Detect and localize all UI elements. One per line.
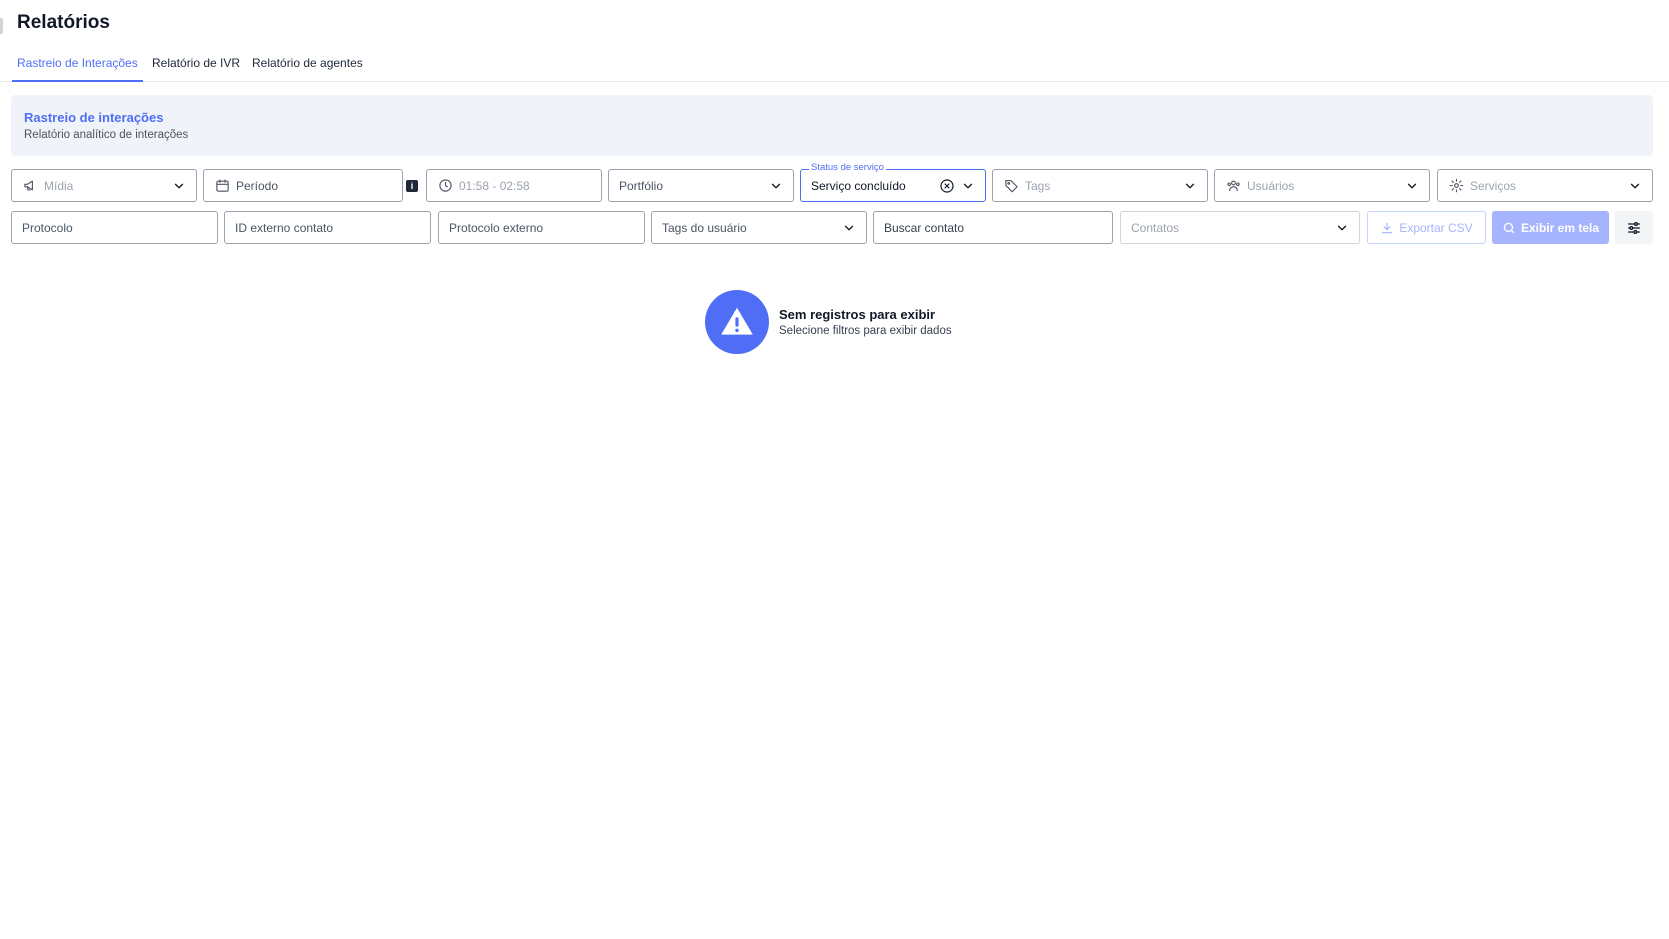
protocolo-input[interactable]: Protocolo bbox=[11, 211, 218, 244]
search-icon bbox=[1503, 222, 1515, 233]
megaphone-icon bbox=[22, 178, 38, 194]
export-csv-label: Exportar CSV bbox=[1399, 220, 1473, 235]
tags-select[interactable]: Tags bbox=[992, 169, 1208, 202]
banner-title: Rastreio de interações bbox=[24, 110, 164, 125]
buscar-contato-input[interactable]: Buscar contato bbox=[873, 211, 1113, 244]
report-banner: Rastreio de interações Relatório analíti… bbox=[11, 95, 1653, 156]
tags-usuario-select[interactable]: Tags do usuário bbox=[651, 211, 867, 244]
tab-relatorio-agentes[interactable]: Relatório de agentes bbox=[247, 56, 368, 82]
show-on-screen-button[interactable]: Exibir em tela bbox=[1492, 211, 1609, 244]
clock-icon bbox=[437, 178, 453, 194]
chevron-down-icon bbox=[172, 179, 186, 193]
id-externo-placeholder: ID externo contato bbox=[235, 220, 334, 235]
users-icon bbox=[1225, 178, 1241, 194]
periodo-placeholder: Período bbox=[236, 178, 279, 193]
chevron-down-icon bbox=[1628, 179, 1642, 193]
banner-subtitle: Relatório analítico de interações bbox=[24, 129, 189, 141]
usuarios-select[interactable]: Usuários bbox=[1214, 169, 1430, 202]
chevron-down-icon bbox=[1183, 179, 1197, 193]
protocolo-externo-input[interactable]: Protocolo externo bbox=[438, 211, 645, 244]
chevron-down-icon bbox=[961, 179, 975, 193]
tag-icon bbox=[1003, 178, 1019, 194]
clear-circle-icon[interactable] bbox=[939, 178, 955, 194]
usuarios-placeholder: Usuários bbox=[1247, 178, 1295, 193]
servicos-placeholder: Serviços bbox=[1470, 178, 1517, 193]
tags-placeholder: Tags bbox=[1025, 178, 1051, 193]
tab-rastreio-interacoes[interactable]: Rastreio de Interações bbox=[12, 56, 143, 82]
gear-icon bbox=[1448, 178, 1464, 194]
id-externo-input[interactable]: ID externo contato bbox=[224, 211, 431, 244]
contatos-select[interactable]: Contatos bbox=[1120, 211, 1360, 244]
status-servico-select[interactable]: Status de serviço Serviço concluído bbox=[800, 162, 986, 202]
left-edge-handle bbox=[0, 18, 3, 34]
chevron-down-icon bbox=[1335, 221, 1349, 235]
status-servico-label: Status de serviço bbox=[809, 162, 886, 174]
tab-relatorio-ivr[interactable]: Relatório de IVR bbox=[147, 56, 245, 82]
portfolio-select[interactable]: Portfólio bbox=[608, 169, 794, 202]
chevron-down-icon bbox=[769, 179, 783, 193]
info-icon[interactable]: i bbox=[406, 180, 418, 192]
portfolio-placeholder: Portfólio bbox=[619, 178, 664, 193]
empty-state: Sem registros para exibir Selecione filt… bbox=[705, 290, 952, 354]
empty-state-title: Sem registros para exibir bbox=[779, 307, 936, 322]
tab-bar: Rastreio de Interações Relatório de IVR … bbox=[0, 52, 1669, 82]
tags-usuario-placeholder: Tags do usuário bbox=[662, 220, 747, 235]
chevron-down-icon bbox=[842, 221, 856, 235]
calendar-icon bbox=[214, 178, 230, 194]
protocolo-externo-placeholder: Protocolo externo bbox=[449, 220, 544, 235]
hora-field[interactable]: 01:58 - 02:58 bbox=[426, 169, 602, 202]
filter-settings-button[interactable] bbox=[1615, 211, 1653, 244]
chevron-down-icon bbox=[1405, 179, 1419, 193]
show-on-screen-label: Exibir em tela bbox=[1520, 220, 1600, 235]
warning-icon bbox=[705, 290, 769, 354]
empty-state-subtitle: Selecione filtros para exibir dados bbox=[779, 325, 952, 337]
export-csv-button[interactable]: Exportar CSV bbox=[1367, 211, 1486, 244]
page-title: Relatórios bbox=[17, 12, 110, 33]
hora-value: 01:58 - 02:58 bbox=[459, 178, 530, 193]
midia-select[interactable]: Mídia bbox=[11, 169, 197, 202]
servicos-select[interactable]: Serviços bbox=[1437, 169, 1653, 202]
buscar-contato-placeholder: Buscar contato bbox=[884, 220, 965, 235]
status-servico-value: Serviço concluído bbox=[811, 178, 906, 193]
contatos-placeholder: Contatos bbox=[1131, 220, 1180, 235]
protocolo-placeholder: Protocolo bbox=[22, 220, 73, 235]
periodo-field[interactable]: Período bbox=[203, 169, 403, 202]
sliders-icon bbox=[1628, 221, 1640, 234]
midia-placeholder: Mídia bbox=[44, 178, 74, 193]
download-icon bbox=[1382, 222, 1393, 233]
